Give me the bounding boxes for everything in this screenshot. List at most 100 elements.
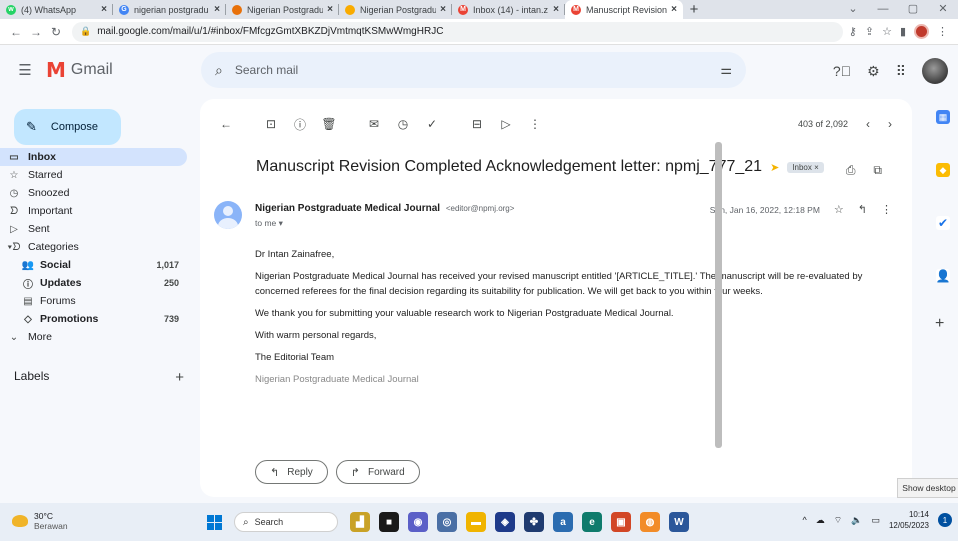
wifi-icon[interactable]: ⌔: [834, 515, 842, 526]
minimize-button[interactable]: —: [868, 0, 898, 19]
star-icon[interactable]: ☆: [834, 203, 844, 216]
edge-browser-icon[interactable]: e: [582, 512, 602, 532]
file-explorer-icon[interactable]: ▬: [466, 512, 486, 532]
office-app-icon[interactable]: ▣: [611, 512, 631, 532]
sidebar-item-starred[interactable]: ☆ Starred: [0, 166, 187, 184]
search-icon[interactable]: ⌕: [215, 62, 223, 79]
sidebar-item-sent[interactable]: ▷ Sent: [0, 220, 187, 238]
sidebar-item-categories[interactable]: ▾ᗤ Categories: [0, 238, 187, 256]
apps-grid-icon[interactable]: ⠿: [896, 63, 906, 80]
sidebar-item-promotions[interactable]: ◇ Promotions 739: [0, 310, 187, 328]
compose-button[interactable]: ✎ Compose: [14, 109, 121, 145]
help-icon[interactable]: ?⃝: [833, 63, 851, 79]
archive-icon[interactable]: ⊡: [259, 117, 283, 131]
dropbox-app-icon[interactable]: ✤: [524, 512, 544, 532]
search-options-icon[interactable]: ⚌: [720, 62, 732, 78]
onedrive-cloud-icon[interactable]: ☁: [816, 515, 825, 526]
important-marker-icon[interactable]: ➤: [770, 161, 779, 174]
close-tab-icon[interactable]: ×: [671, 4, 677, 15]
sidebar-item-social[interactable]: 👥 Social 1,017: [0, 256, 187, 274]
keep-icon[interactable]: ◆: [936, 163, 950, 177]
store-app-icon[interactable]: ◈: [495, 512, 515, 532]
recipient-dropdown[interactable]: to me ▾: [255, 218, 283, 229]
close-window-button[interactable]: ✕: [928, 0, 958, 19]
browser-tab[interactable]: M Manuscript Revision ×: [565, 0, 683, 19]
browser-tab[interactable]: M Inbox (14) - intan.z ×: [452, 0, 565, 19]
notification-badge[interactable]: 1: [938, 513, 952, 527]
tasks-icon[interactable]: ✔: [936, 216, 950, 230]
browser-tab[interactable]: Nigerian Postgradu ×: [226, 0, 339, 19]
mail-app-icon[interactable]: a: [553, 512, 573, 532]
mark-unread-icon[interactable]: ✉: [362, 117, 386, 131]
calendar-icon[interactable]: ▦: [936, 110, 950, 124]
forward-arrow-icon[interactable]: →: [26, 25, 46, 39]
back-arrow-icon[interactable]: ←: [6, 25, 26, 39]
sidebar-item-important[interactable]: ᗤ Important: [0, 202, 187, 220]
snooze-icon[interactable]: ◷: [391, 117, 415, 131]
kebab-menu-icon[interactable]: ⋮: [937, 25, 948, 38]
restore-button[interactable]: ▢: [898, 0, 928, 19]
close-tab-icon[interactable]: ×: [327, 4, 333, 15]
main-menu-icon[interactable]: ☰: [14, 61, 36, 79]
contacts-icon[interactable]: 👤: [936, 269, 950, 283]
sidebar-item-inbox[interactable]: ▭ Inbox: [0, 148, 187, 166]
print-icon[interactable]: ⎙: [846, 163, 856, 178]
lock-icon[interactable]: 🔒: [80, 26, 91, 37]
forward-button[interactable]: ↱ Forward: [335, 460, 420, 484]
close-tab-icon[interactable]: ×: [101, 4, 107, 15]
message-more-icon[interactable]: ⋮: [881, 203, 892, 216]
url-field[interactable]: 🔒 mail.google.com/mail/u/1/#inbox/FMfcgz…: [72, 21, 843, 42]
reply-button[interactable]: ↰ Reply: [255, 460, 328, 484]
browser-tab[interactable]: Gnigerian postgradu ×: [113, 0, 226, 19]
search-bar[interactable]: ⌕ Search mail ⚌: [201, 52, 746, 88]
tray-overflow-icon[interactable]: ^: [803, 515, 807, 525]
settings-gear-icon[interactable]: ⚙: [867, 63, 880, 80]
volume-icon[interactable]: 🔈: [851, 515, 862, 526]
get-addons-icon[interactable]: +: [935, 315, 944, 333]
side-panel-icon[interactable]: ▮: [900, 25, 906, 38]
browser-tab[interactable]: Nigerian Postgradu ×: [339, 0, 452, 19]
more-options-icon[interactable]: ⋮: [523, 117, 547, 131]
chevron-down-icon[interactable]: ⌄: [838, 0, 868, 19]
task-view-icon[interactable]: ■: [379, 512, 399, 532]
add-task-icon[interactable]: ✓: [420, 117, 444, 131]
word-app-icon[interactable]: W: [669, 512, 689, 532]
profile-avatar[interactable]: [914, 24, 929, 39]
close-tab-icon[interactable]: ×: [440, 4, 446, 15]
reload-icon[interactable]: ↻: [46, 25, 66, 39]
label-icon[interactable]: ▷: [494, 117, 518, 131]
newer-chevron-icon[interactable]: ‹: [866, 117, 870, 131]
key-icon[interactable]: ⚷: [849, 25, 857, 38]
clock[interactable]: 10:14 12/05/2023: [889, 509, 929, 531]
taskbar-search[interactable]: ⌕ Search: [234, 512, 338, 532]
gmail-logo[interactable]: M Gmail: [46, 58, 113, 82]
move-to-icon[interactable]: ⊟: [465, 117, 489, 131]
weather-widget[interactable]: 30°C Berawan: [12, 511, 68, 531]
close-tab-icon[interactable]: ×: [214, 4, 220, 15]
add-label-button[interactable]: +: [175, 369, 184, 386]
open-new-window-icon[interactable]: ⧉: [873, 163, 882, 178]
sender-name[interactable]: Nigerian Postgraduate Medical Journal: [255, 203, 440, 214]
close-tab-icon[interactable]: ×: [553, 4, 559, 15]
sidebar-item-more[interactable]: ⌄ More: [0, 328, 187, 346]
bookmark-star-icon[interactable]: ☆: [882, 25, 892, 38]
sidebar-item-forums[interactable]: ▤ Forums: [0, 292, 187, 310]
report-spam-icon[interactable]: ⓘ: [288, 116, 312, 133]
start-windows-icon[interactable]: [207, 515, 222, 530]
teams-chat-icon[interactable]: ◉: [408, 512, 428, 532]
browser-tab[interactable]: w (4) WhatsApp ×: [0, 0, 113, 19]
account-avatar[interactable]: [922, 58, 948, 84]
delete-icon[interactable]: 🗑: [317, 117, 341, 131]
chrome-browser-icon[interactable]: ◍: [640, 512, 660, 532]
new-tab-button[interactable]: +: [683, 0, 705, 19]
back-to-inbox-icon[interactable]: ←: [214, 117, 238, 131]
message-scrollbar[interactable]: [715, 142, 722, 448]
older-chevron-icon[interactable]: ›: [888, 117, 892, 131]
share-icon[interactable]: ⇪: [865, 25, 874, 38]
camera-app-icon[interactable]: ◎: [437, 512, 457, 532]
reply-icon[interactable]: ↰: [858, 203, 867, 216]
sidebar-item-snoozed[interactable]: ◷ Snoozed: [0, 184, 187, 202]
battery-icon[interactable]: ▭: [871, 515, 880, 526]
widgets-app-icon[interactable]: ▟: [350, 512, 370, 532]
sidebar-item-updates[interactable]: ⓘ Updates 250: [0, 274, 187, 292]
